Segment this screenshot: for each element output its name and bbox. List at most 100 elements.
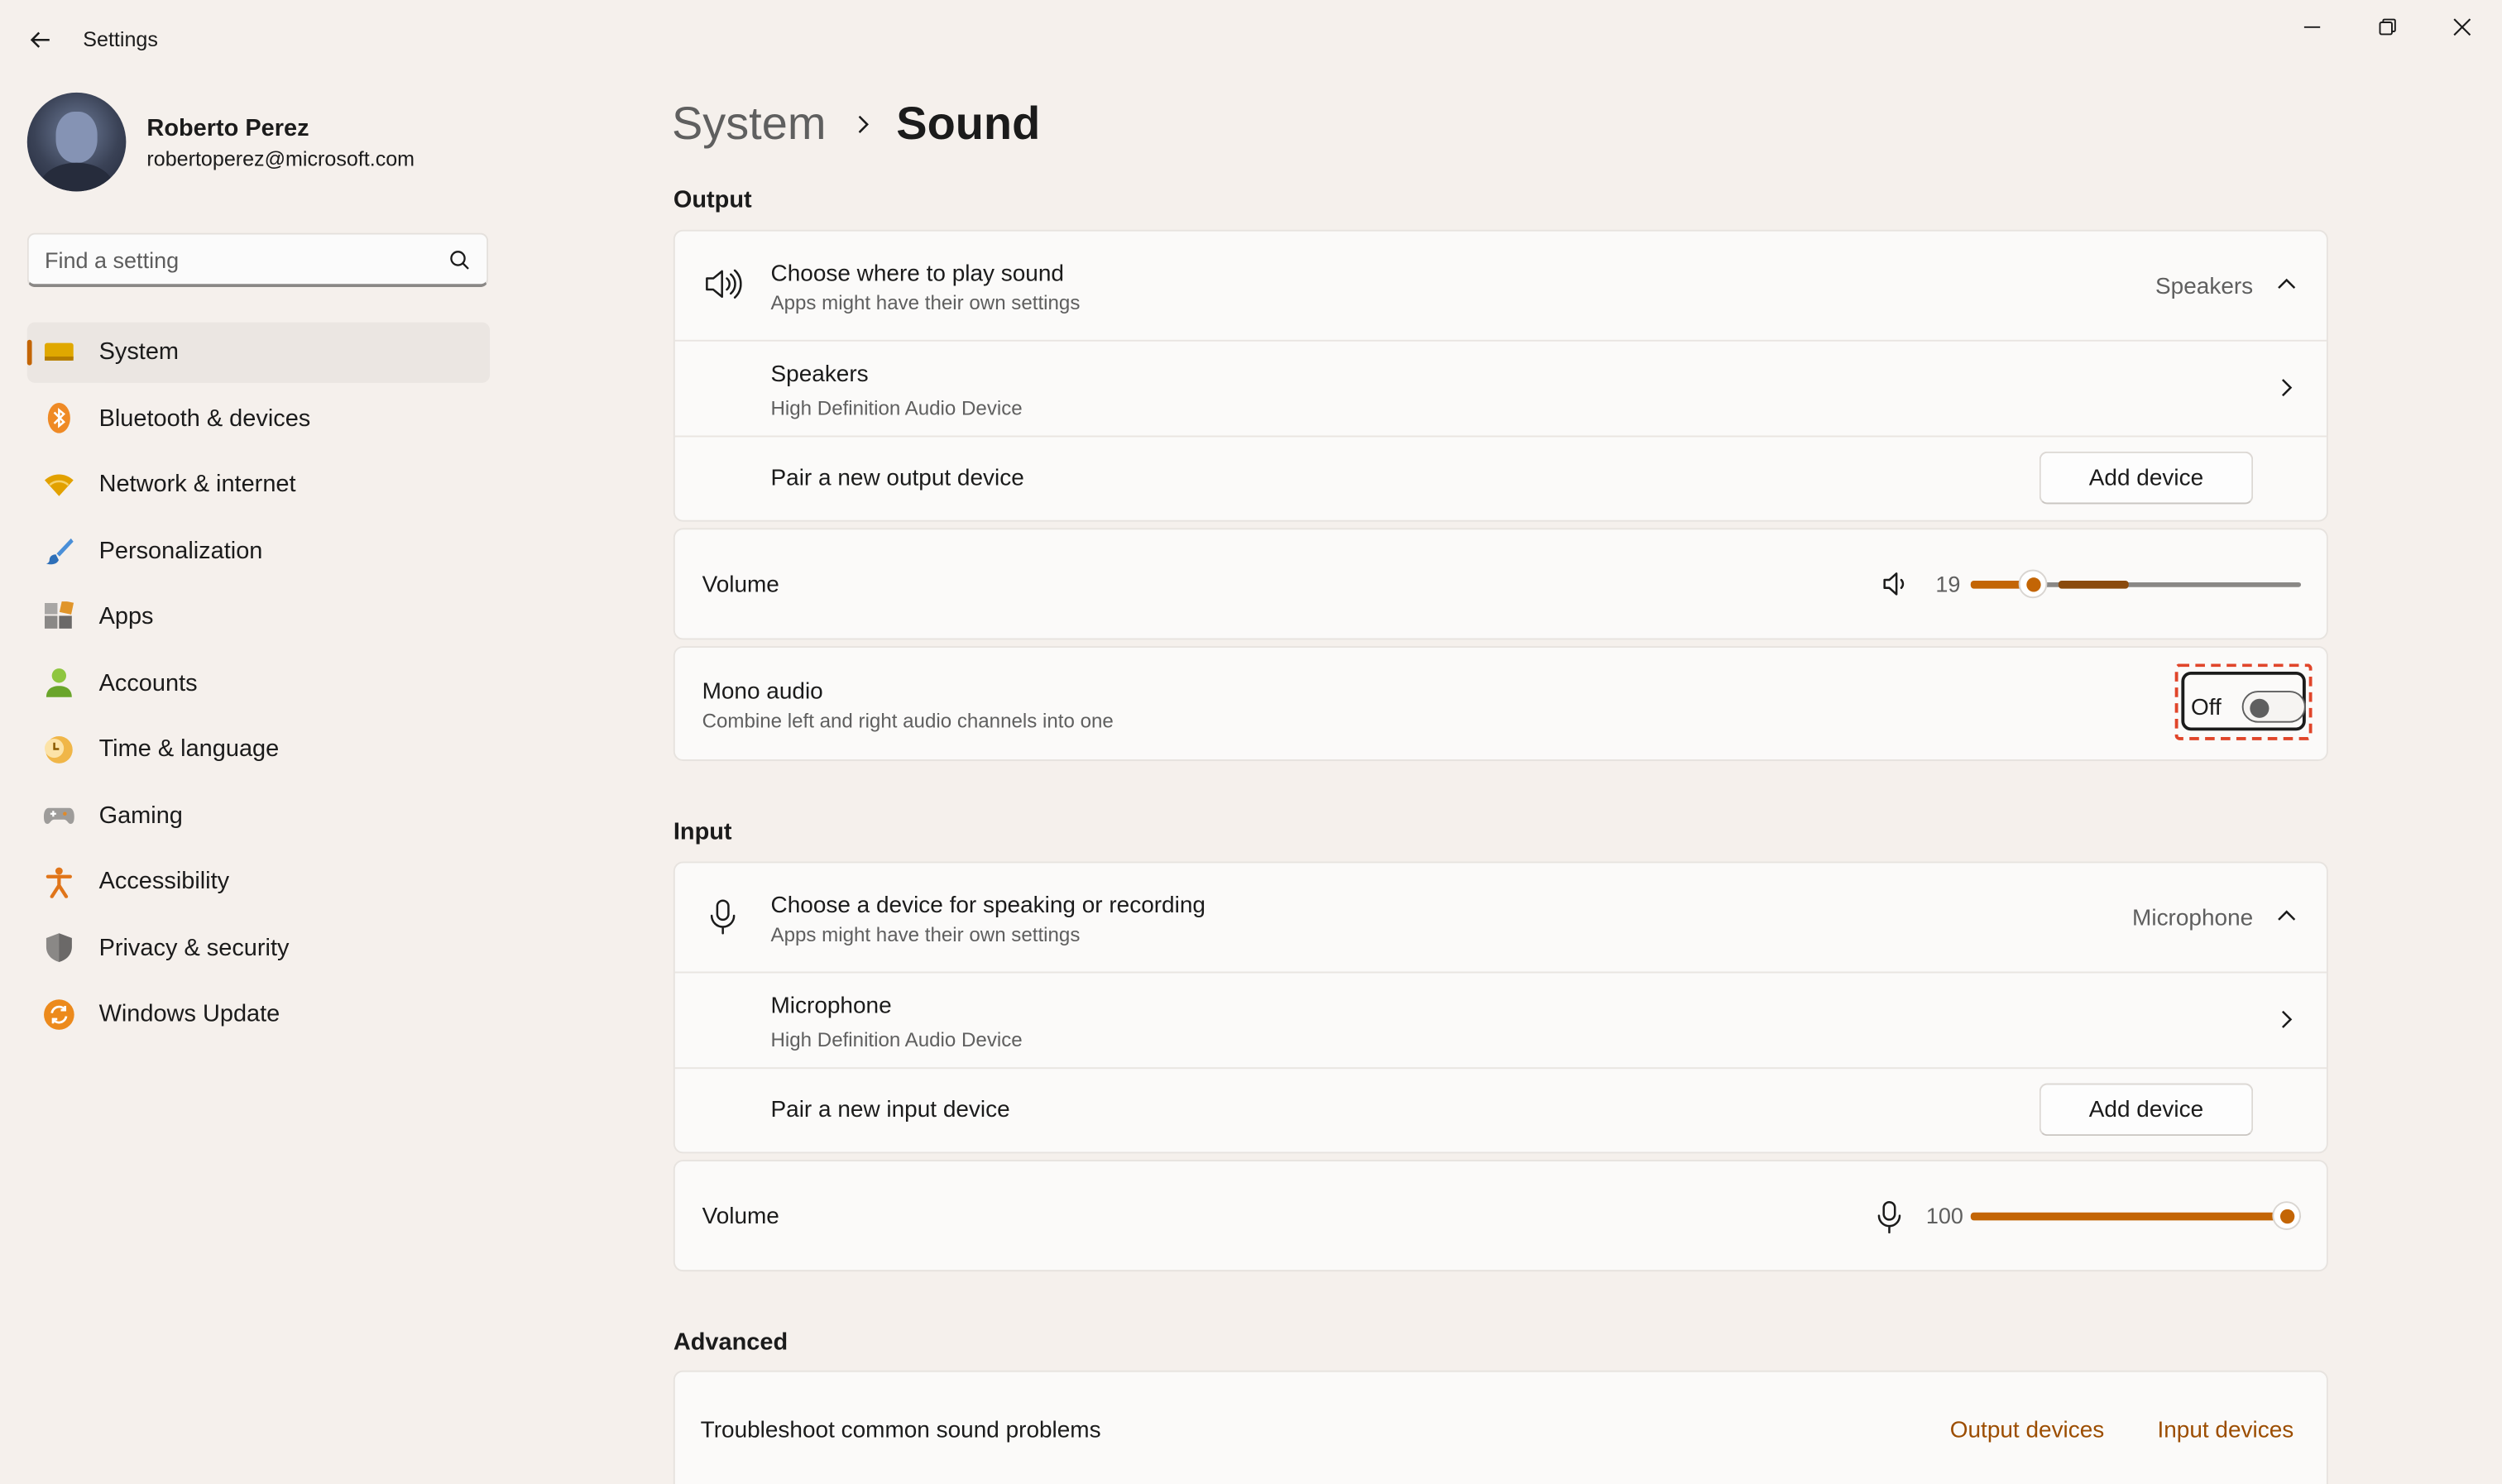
pair-input-row: Pair a new input device Add device	[675, 1069, 2327, 1151]
input-section-title: Input	[673, 818, 732, 846]
system-icon	[43, 336, 75, 368]
mono-audio-toggle[interactable]	[2241, 691, 2306, 723]
restore-button[interactable]	[2351, 7, 2424, 48]
sidebar-item-time-language[interactable]: Time & language	[27, 720, 490, 779]
input-device-name: Microphone	[770, 993, 892, 1020]
page-title: Sound	[896, 98, 1041, 150]
pair-input-label: Pair a new input device	[770, 1097, 1010, 1123]
output-volume-card: Volume 19	[673, 528, 2328, 640]
choose-input-subtitle: Apps might have their own settings	[770, 923, 1081, 946]
shield-icon	[43, 932, 75, 965]
minimize-icon	[2303, 26, 2321, 28]
choose-output-title: Choose where to play sound	[770, 261, 1064, 288]
breadcrumb-parent[interactable]: System	[672, 98, 826, 151]
output-device-description: High Definition Audio Device	[770, 397, 1023, 420]
input-volume-value: 100	[1925, 1203, 1963, 1229]
input-volume-thumb[interactable]	[2272, 1201, 2302, 1230]
output-device-card: Choose where to play sound Apps might ha…	[673, 229, 2328, 522]
output-volume-value: 19	[1935, 571, 1961, 597]
sidebar-item-label: Personalization	[98, 537, 263, 565]
mono-audio-subtitle: Combine left and right audio channels in…	[702, 710, 1114, 733]
sidebar-item-network[interactable]: Network & internet	[27, 455, 490, 515]
back-button[interactable]	[22, 22, 57, 57]
pair-output-row: Pair a new output device Add device	[675, 437, 2327, 519]
choose-input-title: Choose a device for speaking or recordin…	[770, 893, 1205, 919]
advanced-section-title: Advanced	[673, 1328, 788, 1357]
app-title: Settings	[83, 26, 158, 51]
sidebar-item-accounts[interactable]: Accounts	[27, 653, 490, 713]
minimize-button[interactable]	[2275, 7, 2349, 48]
input-volume-card: Volume 100	[673, 1160, 2328, 1272]
selected-output-value: Speakers	[2155, 274, 2254, 300]
pair-output-label: Pair a new output device	[770, 466, 1024, 492]
back-arrow-icon	[30, 31, 50, 48]
troubleshoot-card: Troubleshoot common sound problems Outpu…	[673, 1370, 2328, 1484]
sidebar-item-label: Network & internet	[98, 471, 296, 499]
input-device-description: High Definition Audio Device	[770, 1028, 1023, 1051]
troubleshoot-label: Troubleshoot common sound problems	[700, 1418, 1101, 1444]
sidebar-item-apps[interactable]: Apps	[27, 587, 490, 647]
choose-output-subtitle: Apps might have their own settings	[770, 291, 1081, 314]
mono-audio-state: Off	[2190, 695, 2222, 721]
output-device-speakers[interactable]: Speakers High Definition Audio Device	[674, 342, 2327, 438]
microphone-icon	[707, 898, 739, 936]
output-volume-label: Volume	[702, 572, 779, 599]
profile-name: Roberto Perez	[146, 113, 309, 141]
speaker-icon	[704, 265, 742, 303]
breadcrumb: System Sound	[672, 96, 1040, 153]
sidebar-item-system[interactable]: System	[26, 322, 491, 382]
update-icon	[43, 998, 75, 1031]
sidebar-item-label: Gaming	[98, 802, 183, 830]
input-device-microphone[interactable]: Microphone High Definition Audio Device	[674, 973, 2327, 1070]
user-profile[interactable]: Roberto Perez robertoperez@microsoft.com	[26, 92, 415, 192]
input-devices-link[interactable]: Input devices	[2157, 1419, 2294, 1444]
brush-icon	[43, 535, 75, 567]
sidebar-item-label: System	[98, 338, 180, 366]
mono-audio-title: Mono audio	[702, 679, 823, 706]
sidebar-item-bluetooth[interactable]: Bluetooth & devices	[27, 389, 490, 448]
profile-email: robertoperez@microsoft.com	[146, 146, 415, 170]
add-input-device-button[interactable]: Add device	[2039, 1083, 2254, 1137]
output-device-name: Speakers	[770, 361, 869, 388]
avatar	[26, 92, 127, 192]
selected-input-value: Microphone	[2132, 906, 2254, 932]
bluetooth-icon	[43, 402, 75, 434]
sidebar-item-personalization[interactable]: Personalization	[27, 521, 490, 581]
close-icon	[2453, 18, 2471, 36]
output-volume-slider[interactable]	[1970, 568, 2302, 601]
choose-output-row[interactable]: Choose where to play sound Apps might ha…	[674, 232, 2327, 342]
output-section-title: Output	[673, 186, 752, 214]
gamepad-icon	[43, 800, 75, 832]
sidebar-item-label: Windows Update	[98, 1000, 280, 1028]
sidebar-item-privacy-security[interactable]: Privacy & security	[27, 918, 490, 978]
output-devices-link[interactable]: Output devices	[1950, 1419, 2105, 1444]
search-box[interactable]	[26, 232, 489, 288]
microphone-icon[interactable]	[1875, 1199, 1904, 1234]
sidebar-item-label: Bluetooth & devices	[98, 405, 311, 433]
sidebar-item-windows-update[interactable]: Windows Update	[27, 984, 490, 1044]
chevron-up-icon[interactable]	[2275, 273, 2298, 295]
sidebar-nav: System Bluetooth & devices Network & int…	[26, 322, 491, 1051]
choose-input-row[interactable]: Choose a device for speaking or recordin…	[674, 863, 2327, 974]
breadcrumb-chevron-icon	[855, 113, 870, 136]
add-output-device-button[interactable]: Add device	[2039, 451, 2254, 505]
sidebar-item-accessibility[interactable]: Accessibility	[27, 852, 490, 912]
chevron-right-icon[interactable]	[2275, 376, 2298, 399]
apps-icon	[43, 601, 75, 634]
close-button[interactable]	[2425, 7, 2499, 48]
search-input[interactable]	[45, 246, 448, 272]
input-device-card: Choose a device for speaking or recordin…	[673, 861, 2328, 1154]
restore-icon	[2379, 18, 2396, 36]
chevron-up-icon[interactable]	[2275, 905, 2298, 927]
clock-icon	[43, 734, 75, 766]
volume-icon[interactable]	[1881, 570, 1910, 599]
mono-audio-card: Mono audio Combine left and right audio …	[673, 646, 2328, 761]
title-bar: Settings	[0, 0, 2502, 79]
search-icon[interactable]	[448, 248, 471, 270]
output-volume-thumb[interactable]	[2018, 569, 2048, 599]
accessibility-icon	[43, 866, 75, 898]
chevron-right-icon[interactable]	[2275, 1008, 2298, 1031]
sidebar-item-gaming[interactable]: Gaming	[27, 786, 490, 845]
accounts-icon	[43, 668, 75, 700]
input-volume-slider[interactable]	[1970, 1199, 2302, 1232]
